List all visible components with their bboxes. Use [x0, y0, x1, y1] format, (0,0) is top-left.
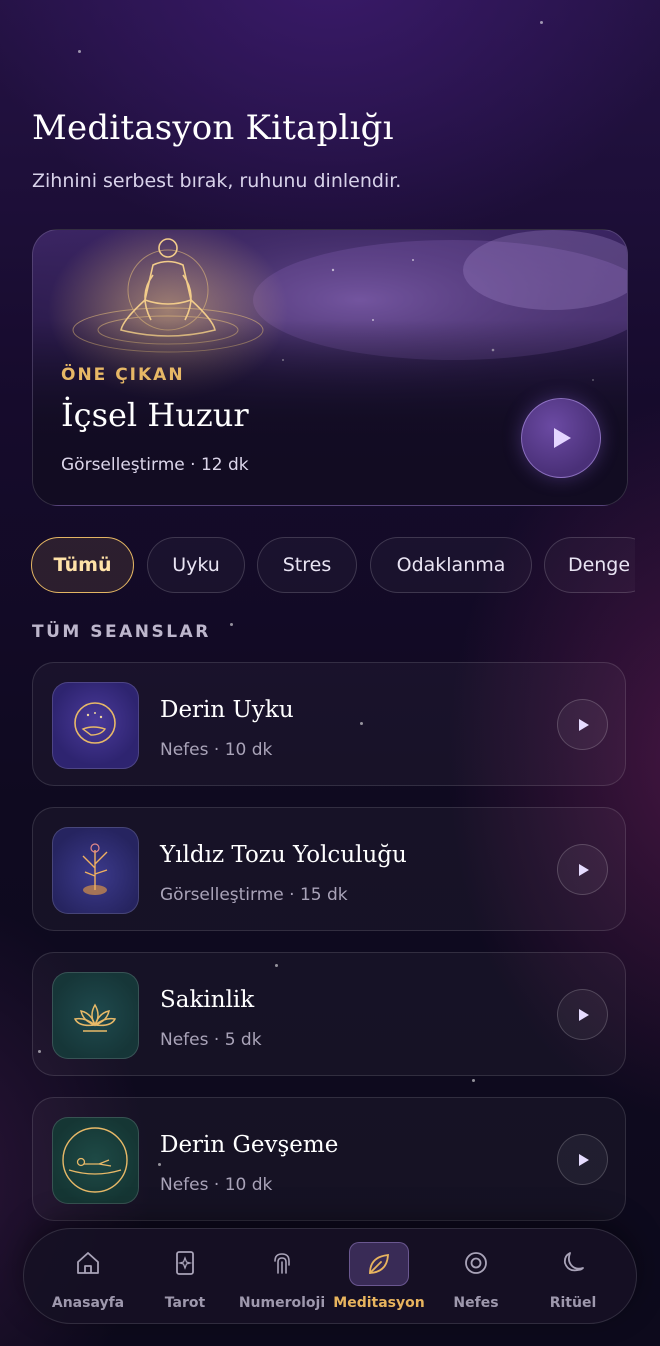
- nav-label: Anasayfa: [51, 1295, 125, 1311]
- featured-play-button[interactable]: [521, 398, 601, 478]
- home-icon: [77, 1252, 99, 1274]
- session-title: Yıldız Tozu Yolculuğu: [160, 842, 407, 868]
- filter-chip-denge[interactable]: Denge: [544, 537, 635, 593]
- lotus-icon: [73, 1003, 117, 1032]
- filter-chips: Tümü Uyku Stres Odaklanma Denge: [31, 537, 635, 595]
- nav-item-tarot[interactable]: Tarot: [136, 1229, 234, 1325]
- stardust-tree-icon: [82, 843, 108, 895]
- play-icon: [554, 428, 571, 448]
- session-meta: Nefes · 5 dk: [160, 1030, 262, 1050]
- star-decoration: [78, 50, 81, 53]
- leaf-icon: [369, 1253, 389, 1274]
- tarot-card-icon: [176, 1251, 194, 1275]
- nav-label: Meditasyon: [333, 1295, 425, 1311]
- star-decoration: [472, 1079, 475, 1082]
- featured-card[interactable]: ÖNE ÇIKAN İçsel Huzur Görselleştirme · 1…: [32, 229, 628, 506]
- nav-label: Ritüel: [549, 1295, 597, 1311]
- filter-chip-stres[interactable]: Stres: [257, 537, 357, 593]
- filter-chip-tumu[interactable]: Tümü: [31, 537, 134, 593]
- play-icon: [578, 718, 589, 731]
- session-thumbnail: [52, 827, 139, 914]
- featured-title: İçsel Huzur: [61, 396, 249, 434]
- nav-label: Nefes: [453, 1295, 499, 1311]
- nav-item-nefes[interactable]: Nefes: [427, 1229, 525, 1325]
- nav-item-rituel[interactable]: Ritüel: [524, 1229, 622, 1325]
- moon-icon: [563, 1252, 584, 1272]
- session-thumbnail: [52, 1117, 139, 1204]
- fingerprint-icon: [274, 1253, 290, 1274]
- nav-label: Numeroloji: [238, 1295, 326, 1311]
- session-card[interactable]: Derin Uyku Nefes · 10 dk: [32, 662, 626, 786]
- section-title: TÜM SEANSLAR: [32, 622, 211, 642]
- session-card[interactable]: Derin Gevşeme Nefes · 10 dk: [32, 1097, 626, 1221]
- sleeping-moon-icon: [74, 702, 116, 744]
- featured-meta: Görselleştirme · 12 dk: [61, 455, 249, 475]
- session-play-button[interactable]: [557, 1134, 608, 1185]
- nav-item-anasayfa[interactable]: Anasayfa: [39, 1229, 137, 1325]
- star-decoration: [540, 21, 543, 24]
- target-circle-icon: [465, 1252, 487, 1274]
- session-title: Derin Gevşeme: [160, 1132, 339, 1158]
- play-icon: [578, 863, 589, 876]
- page-subtitle: Zihnini serbest bırak, ruhunu dinlendir.: [32, 170, 402, 192]
- featured-badge: ÖNE ÇIKAN: [61, 365, 185, 385]
- filter-chip-uyku[interactable]: Uyku: [147, 537, 245, 593]
- session-card[interactable]: Yıldız Tozu Yolculuğu Görselleştirme · 1…: [32, 807, 626, 931]
- session-card[interactable]: Sakinlik Nefes · 5 dk: [32, 952, 626, 1076]
- session-play-button[interactable]: [557, 844, 608, 895]
- page-title: Meditasyon Kitaplığı: [32, 108, 394, 148]
- session-title: Sakinlik: [160, 987, 255, 1013]
- session-thumbnail: [52, 972, 139, 1059]
- session-play-button[interactable]: [557, 699, 608, 750]
- session-play-button[interactable]: [557, 989, 608, 1040]
- session-title: Derin Uyku: [160, 697, 294, 723]
- nav-label: Tarot: [164, 1295, 206, 1311]
- session-meta: Görselleştirme · 15 dk: [160, 885, 348, 905]
- nav-item-meditasyon[interactable]: Meditasyon: [330, 1229, 428, 1325]
- play-icon: [578, 1008, 589, 1021]
- session-meta: Nefes · 10 dk: [160, 740, 273, 760]
- filter-chip-odaklanma[interactable]: Odaklanma: [370, 537, 532, 593]
- star-decoration: [230, 623, 233, 626]
- reclining-figure-icon: [62, 1127, 128, 1193]
- nav-item-numeroloji[interactable]: Numeroloji: [233, 1229, 331, 1325]
- play-icon: [578, 1153, 589, 1166]
- session-meta: Nefes · 10 dk: [160, 1175, 273, 1195]
- session-thumbnail: [52, 682, 139, 769]
- bottom-nav: Anasayfa Tarot Numeroloji Meditasyon Nef…: [23, 1228, 637, 1324]
